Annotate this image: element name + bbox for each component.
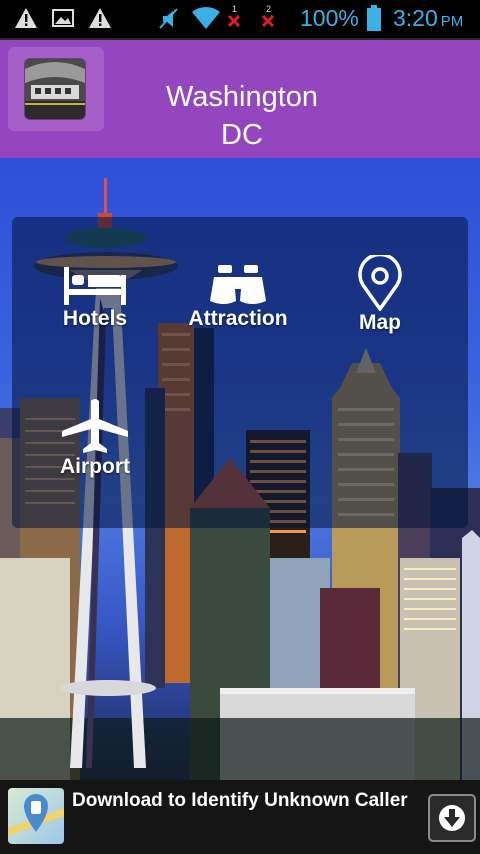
app-logo-icon [25, 59, 85, 119]
menu-item-map[interactable]: Map [315, 255, 445, 355]
binoculars-icon [210, 265, 266, 304]
menu-label-airport: Airport [60, 455, 130, 478]
bed-icon [64, 267, 126, 305]
ad-banner[interactable]: Download to Identify Unknown Caller [0, 780, 480, 854]
status-bar: 1 2 100% 3:20 PM [0, 0, 480, 38]
menu-panel: Hotels Attraction Map Airport [12, 217, 468, 528]
airplane-icon [62, 399, 128, 453]
menu-label-map: Map [359, 311, 401, 334]
download-icon [439, 805, 465, 831]
menu-item-attraction[interactable]: Attraction [173, 261, 303, 361]
caller-id-app-icon [8, 788, 64, 844]
sim2-label: 2 [266, 4, 272, 14]
mute-icon [159, 8, 178, 29]
menu-label-hotels: Hotels [62, 307, 128, 330]
battery-icon [367, 5, 381, 31]
clock: 3:20 PM [393, 5, 463, 32]
clock-time: 3:20 [393, 5, 438, 31]
no-signal-icon [227, 14, 241, 28]
app-header: Washington DC [0, 40, 480, 158]
page-title: Washington DC [165, 81, 319, 151]
battery-percent: 100% [300, 5, 359, 31]
map-pin-icon [358, 255, 402, 311]
warning-icon [15, 8, 37, 28]
menu-item-hotels[interactable]: Hotels [30, 261, 160, 361]
ad-download-button[interactable] [428, 794, 476, 842]
sim1-label: 1 [232, 4, 238, 14]
ad-text: Download to Identify Unknown Caller [72, 790, 408, 811]
image-icon [52, 9, 74, 27]
menu-item-airport[interactable]: Airport [30, 399, 160, 499]
clock-ampm: PM [440, 13, 464, 30]
menu-label-attraction: Attraction [188, 307, 288, 330]
no-signal-icon [261, 14, 275, 28]
wifi-icon [192, 6, 220, 29]
warning-icon [89, 8, 111, 28]
app-logo-button[interactable] [8, 47, 104, 131]
